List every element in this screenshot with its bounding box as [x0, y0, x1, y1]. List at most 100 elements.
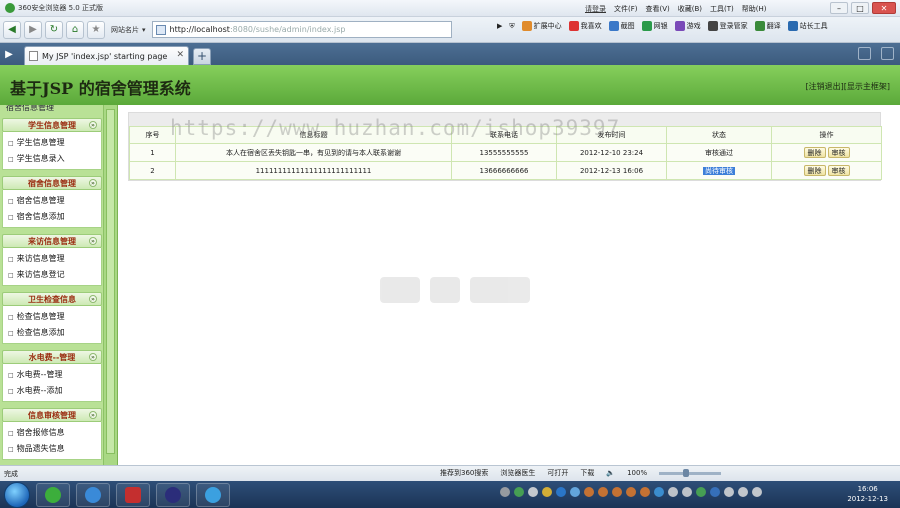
taskbar-ie[interactable] — [76, 482, 110, 507]
tray-icon[interactable] — [514, 487, 524, 497]
menu-file[interactable]: 文件(F) — [614, 4, 638, 14]
webmaster-tools-button[interactable]: 站长工具 — [787, 21, 828, 31]
menu-favorites[interactable]: 收藏(B) — [678, 4, 702, 14]
tray-icon[interactable] — [598, 487, 608, 497]
home-icon[interactable]: ⌂ — [66, 20, 84, 39]
scrollbar-thumb[interactable] — [106, 109, 115, 454]
show-main-frame-link[interactable]: [显示主框架] — [844, 82, 890, 91]
taskbar-360-browser[interactable] — [36, 482, 70, 507]
sidebar-item-utility-manage[interactable]: 水电费--管理 — [3, 367, 101, 383]
sidebar-item-repair-info[interactable]: 宿舍报修信息 — [3, 425, 101, 441]
tray-icon[interactable] — [738, 487, 748, 497]
favorite-star-icon[interactable]: ★ — [87, 20, 105, 39]
speaker-icon[interactable]: 🔈 — [606, 469, 615, 477]
tray-icon[interactable] — [668, 487, 678, 497]
close-tab-icon[interactable]: ✕ — [176, 50, 184, 60]
new-tab-button[interactable]: + — [193, 48, 211, 65]
tray-icon[interactable] — [696, 487, 706, 497]
sidebar-item-lost-items[interactable]: 物品遗失信息 — [3, 441, 101, 457]
menu-tools[interactable]: 工具(T) — [710, 4, 734, 14]
review-button[interactable]: 审核 — [827, 147, 850, 158]
collapse-icon[interactable]: » — [89, 237, 97, 245]
go-button[interactable]: ▶ — [497, 22, 502, 30]
menu-group-header[interactable]: 水电费--管理» — [2, 350, 102, 364]
collapse-icon[interactable]: » — [89, 121, 97, 129]
collapse-icon[interactable]: » — [89, 411, 97, 419]
refresh-icon[interactable]: ↻ — [45, 20, 63, 39]
tab-list-icon[interactable] — [858, 47, 871, 60]
browser-doctor-button[interactable]: 浏览器医生 — [500, 468, 535, 478]
bank-button[interactable]: 网银 — [641, 21, 668, 31]
maximize-button[interactable]: □ — [851, 2, 869, 14]
open-button[interactable]: 可打开 — [547, 468, 568, 478]
trash-icon[interactable] — [881, 47, 894, 60]
tab-index[interactable]: My JSP 'index.jsp' starting page ✕ — [24, 46, 189, 65]
menu-help[interactable]: 帮助(H) — [742, 4, 767, 14]
sidebar-toggle-icon[interactable]: ▶ — [0, 43, 18, 65]
sidebar-item-student-manage[interactable]: 学生信息管理 — [3, 135, 101, 151]
tray-icon[interactable] — [570, 487, 580, 497]
start-button[interactable] — [4, 481, 30, 508]
tray-icon[interactable] — [542, 487, 552, 497]
back-arrow-icon[interactable]: ◀ — [3, 20, 21, 39]
taskbar-qq[interactable] — [196, 482, 230, 507]
url-input[interactable]: http://localhost:8080/sushe/admin/index.… — [151, 21, 452, 38]
tray-icon[interactable] — [500, 487, 510, 497]
main-content: 序号 信息标题 联系电话 发布时间 状态 操作 1 本人在宿舍区丢失钥匙一串，有… — [118, 105, 900, 465]
tray-icon[interactable] — [654, 487, 664, 497]
login-manager-button[interactable]: 登录管家 — [707, 21, 748, 31]
shield-icon[interactable]: ⛨ — [509, 22, 514, 31]
taskbar-app-red[interactable] — [116, 482, 150, 507]
tray-icon[interactable] — [724, 487, 734, 497]
delete-button[interactable]: 删除 — [803, 147, 826, 158]
tray-icon[interactable] — [752, 487, 762, 497]
sidebar-item-check-manage[interactable]: 检查信息管理 — [3, 309, 101, 325]
taskbar-clock[interactable]: 16:06 2012-12-13 — [847, 484, 888, 504]
games-button[interactable]: 游戏 — [674, 21, 701, 31]
collapse-icon[interactable]: » — [89, 353, 97, 361]
tray-icon[interactable] — [682, 487, 692, 497]
menu-group-header[interactable]: 学生信息管理» — [2, 118, 102, 132]
menu-group-header[interactable]: 信息审核管理» — [2, 408, 102, 422]
menu-group-header[interactable]: 来访信息管理» — [2, 234, 102, 248]
tray-icon[interactable] — [710, 487, 720, 497]
menu-view[interactable]: 查看(V) — [646, 4, 670, 14]
tray-icon[interactable] — [612, 487, 622, 497]
screenshot-button[interactable]: 截图 — [608, 21, 635, 31]
ext-center-button[interactable]: 扩展中心 — [521, 21, 562, 31]
collapse-icon[interactable]: » — [89, 295, 97, 303]
recommend-search-button[interactable]: 推荐到360搜索 — [440, 468, 488, 478]
tray-icon[interactable] — [640, 487, 650, 497]
download-button[interactable]: 下载 — [580, 468, 594, 478]
site-card-dropdown[interactable]: 网站名片 ▾ — [111, 25, 146, 35]
tray-icon[interactable] — [626, 487, 636, 497]
forward-arrow-icon[interactable]: ▶ — [24, 20, 42, 39]
sidebar-item-student-add[interactable]: 学生信息录入 — [3, 151, 101, 167]
sidebar-item-check-add[interactable]: 检查信息添加 — [3, 325, 101, 341]
sidebar-item-visitor-manage[interactable]: 来访信息管理 — [3, 251, 101, 267]
like-button[interactable]: 我喜欢 — [568, 21, 602, 31]
menu-group-header[interactable]: 宿舍信息管理» — [2, 176, 102, 190]
review-button[interactable]: 审核 — [827, 165, 850, 176]
close-button[interactable]: ✕ — [872, 2, 896, 14]
tray-icon[interactable] — [556, 487, 566, 497]
tray-icon[interactable] — [584, 487, 594, 497]
menu-group-header[interactable]: 卫生检查信息» — [2, 292, 102, 306]
clipped-menu-item[interactable]: 宿舍信息管理 — [6, 105, 54, 113]
zoom-slider[interactable] — [659, 468, 722, 477]
zoom-level[interactable]: 100% — [627, 469, 647, 477]
minimize-button[interactable]: – — [830, 2, 848, 14]
sidebar-scrollbar[interactable] — [103, 105, 117, 465]
sidebar-item-utility-add[interactable]: 水电费--添加 — [3, 383, 101, 399]
tray-icon[interactable] — [528, 487, 538, 497]
translate-button[interactable]: 翻译 — [754, 21, 781, 31]
delete-button[interactable]: 删除 — [803, 165, 826, 176]
sidebar-item-visitor-register[interactable]: 来访信息登记 — [3, 267, 101, 283]
sidebar-item-dorm-manage[interactable]: 宿舍信息管理 — [3, 193, 101, 209]
collapse-icon[interactable]: » — [89, 179, 97, 187]
sidebar-item-dorm-add[interactable]: 宿舍信息添加 — [3, 209, 101, 225]
taskbar-eclipse[interactable] — [156, 482, 190, 507]
address-toolbar: ◀ ▶ ↻ ⌂ ★ 网站名片 ▾ http://localhost:8080/su… — [0, 17, 900, 43]
login-link[interactable]: 请登录 — [585, 4, 606, 14]
logout-link[interactable]: [注销退出] — [806, 82, 844, 91]
